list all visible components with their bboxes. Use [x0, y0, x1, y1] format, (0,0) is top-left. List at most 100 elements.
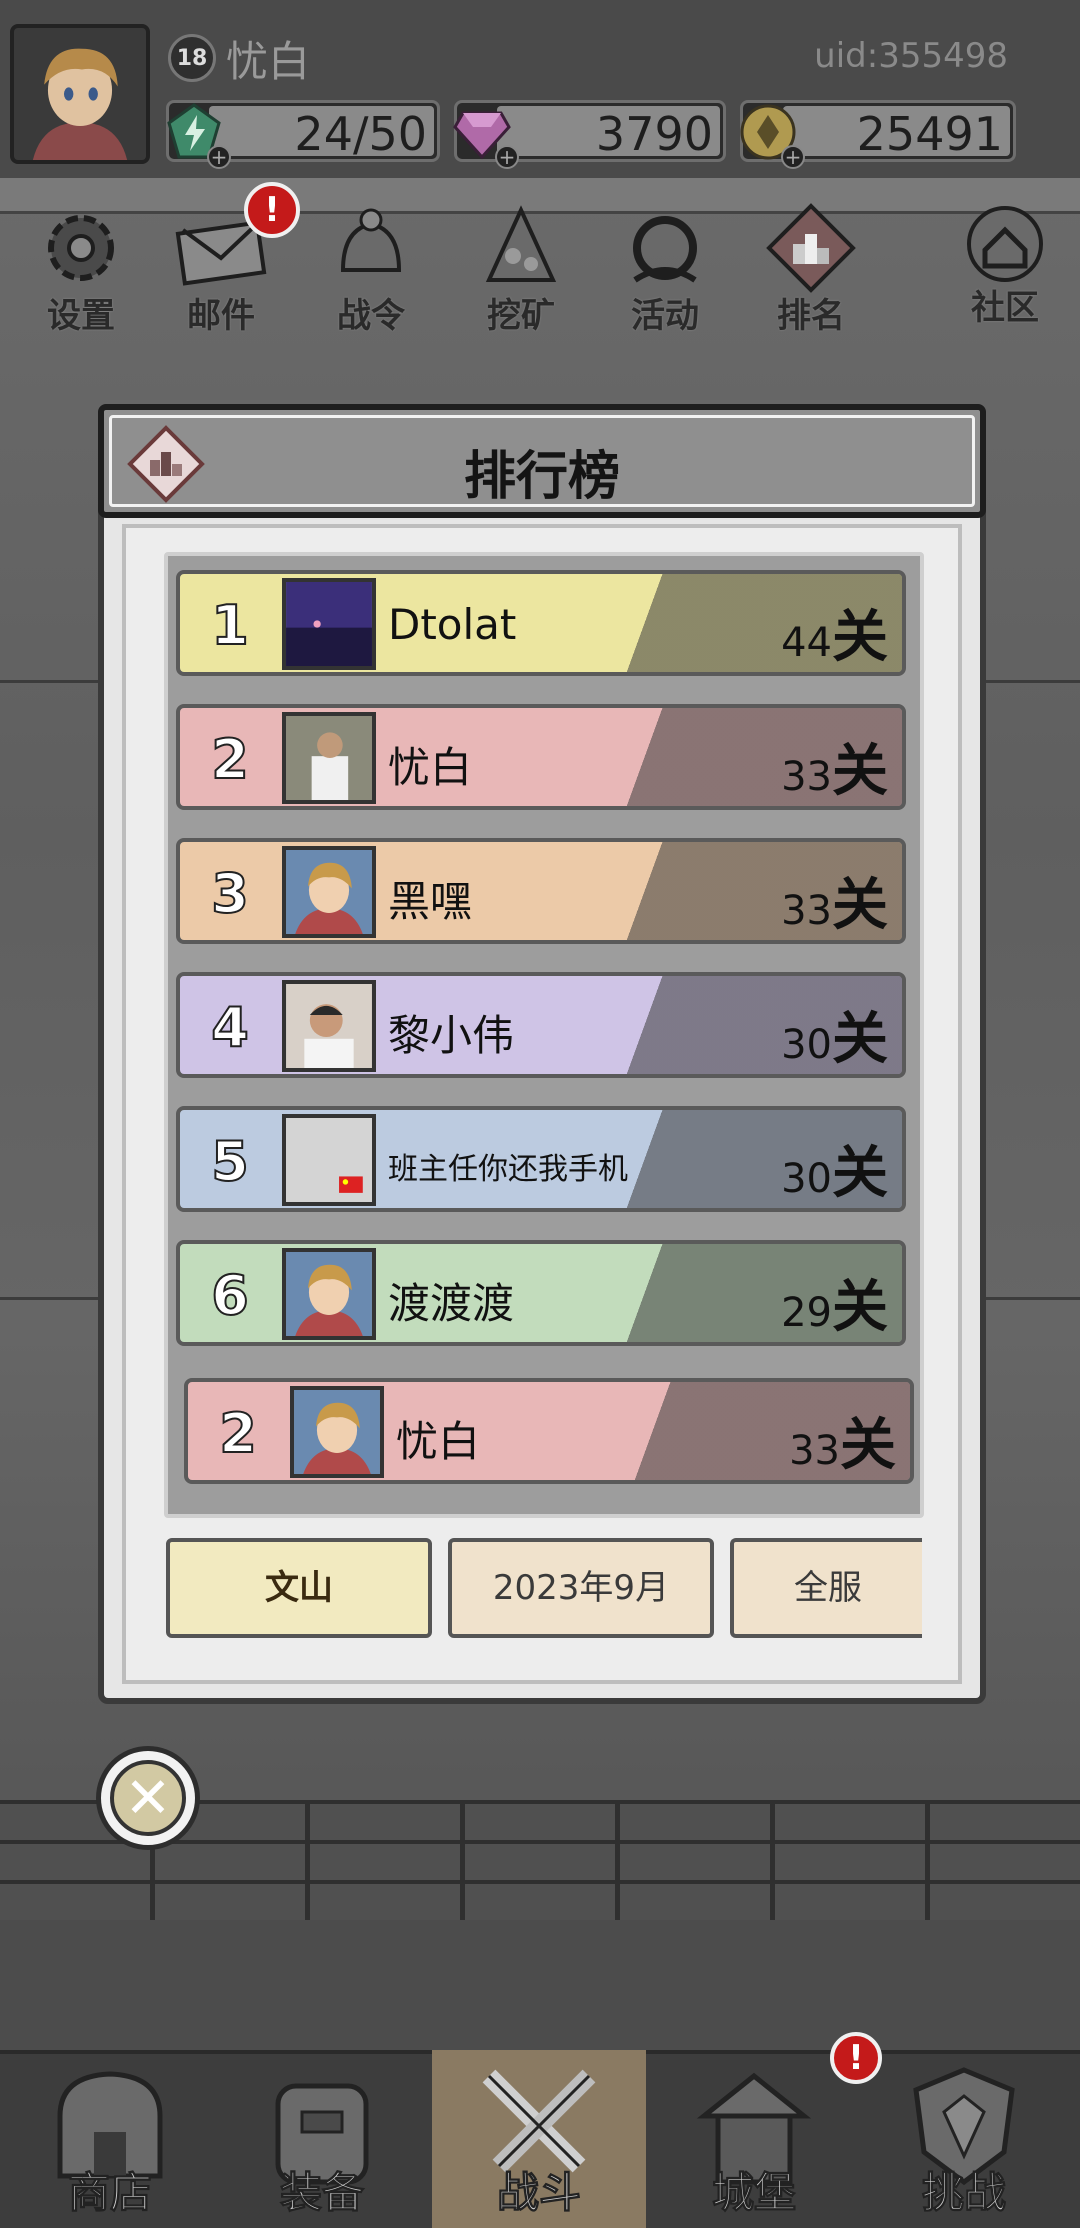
player-avatar-thumb: [282, 846, 376, 938]
stage-score: 33关: [781, 860, 888, 940]
photo-avatar-image: [286, 716, 372, 800]
photo-avatar-image: [286, 984, 372, 1068]
player-name: 班主任你还我手机: [388, 1152, 628, 1187]
gold-counter[interactable]: + 25491: [740, 100, 1016, 169]
player-name: Dtolat: [388, 600, 517, 649]
stage-unit: 关: [832, 1141, 888, 1206]
close-button[interactable]: ✕: [96, 1746, 200, 1850]
player-avatar-thumb: [282, 1248, 376, 1340]
nav-battle-label: 战斗: [496, 2168, 581, 2218]
rank-number: 6: [210, 1263, 250, 1328]
mail-button[interactable]: 邮件 !: [166, 182, 300, 340]
settings-button[interactable]: 设置: [26, 200, 136, 340]
leaderboard-row[interactable]: 2 忧白 33关: [176, 704, 906, 810]
rank-number: 3: [210, 861, 250, 926]
add-gold-icon[interactable]: +: [781, 145, 805, 169]
player-name: 黑嘿: [388, 877, 473, 926]
stage-unit: 关: [840, 1413, 896, 1478]
player-avatar-thumb: [282, 1114, 376, 1206]
player-avatar-thumb: [282, 578, 376, 670]
hero-avatar-image: [286, 850, 372, 934]
stage-score: 30关: [781, 994, 888, 1074]
mail-label: 邮件: [187, 296, 255, 336]
leaderboard-title-bar: 排行榜: [98, 404, 986, 518]
gold-value: 25491: [856, 107, 1003, 161]
tab-all-servers[interactable]: 全服: [730, 1538, 922, 1638]
leaderboard-row[interactable]: 3 黑嘿 33关: [176, 838, 906, 944]
mail-alert-badge: !: [244, 182, 300, 238]
community-button[interactable]: 社区: [950, 200, 1060, 340]
settings-label: 设置: [47, 296, 115, 336]
player-avatar-thumb: [290, 1386, 384, 1478]
energy-value: 24/50: [294, 107, 427, 161]
ranking-button[interactable]: 排名: [756, 200, 866, 340]
player-name: 黎小伟: [388, 1011, 515, 1060]
sunset-avatar-image: [286, 582, 372, 666]
nav-battle[interactable]: 战斗: [432, 2050, 646, 2228]
stage-unit: 关: [832, 873, 888, 938]
hero-portrait: [14, 28, 146, 160]
mining-icon: [485, 205, 557, 282]
stage-score: 30关: [781, 1128, 888, 1208]
stage-score: 29关: [781, 1262, 888, 1342]
hero-avatar-image: [294, 1390, 380, 1474]
player-name: 渡渡渡: [388, 1279, 515, 1328]
tab-month[interactable]: 2023年9月: [448, 1538, 714, 1638]
nav-shop-label: 商店: [67, 2168, 152, 2218]
stage-score: 33关: [789, 1400, 896, 1480]
stage-unit: 关: [832, 739, 888, 804]
player-name: 忧白: [396, 1417, 481, 1466]
hero-avatar-image: [286, 1252, 372, 1336]
score-value: 44: [781, 620, 832, 666]
rank-number: 1: [210, 593, 250, 658]
stage-unit: 关: [832, 1275, 888, 1340]
nav-castle[interactable]: 城堡 !: [654, 2032, 882, 2228]
level-badge: 18: [168, 34, 216, 82]
nav-equipment-label: 装备: [279, 2168, 364, 2218]
score-value: 33: [781, 754, 832, 800]
nav-equipment[interactable]: 装备: [222, 2050, 422, 2228]
leaderboard-row[interactable]: 5 班主任你还我手机 30关: [176, 1106, 906, 1212]
ranking-label: 排名: [777, 296, 845, 336]
nav-shop[interactable]: 商店: [10, 2050, 210, 2228]
mining-label: 挖矿: [487, 296, 555, 336]
diamond-counter[interactable]: + 3790: [453, 100, 726, 169]
stage-unit: 关: [832, 605, 888, 670]
community-label: 社区: [971, 288, 1039, 328]
ground: [0, 1920, 1080, 2050]
rank-number: 2: [218, 1401, 258, 1466]
rank-number: 5: [210, 1129, 250, 1194]
score-value: 33: [789, 1428, 840, 1474]
leaderboard-row[interactable]: 6 渡渡渡 29关: [176, 1240, 906, 1346]
leaderboard-row[interactable]: 4 黎小伟 30关: [176, 972, 906, 1078]
add-energy-icon[interactable]: +: [207, 145, 231, 169]
leaderboard-title: 排行榜: [463, 447, 620, 507]
battle-pass-label: 战令: [337, 296, 405, 336]
self-rank-row[interactable]: 2 忧白 33关: [184, 1378, 914, 1484]
player-name: 忧白: [388, 743, 473, 792]
tab-region[interactable]: 文山: [166, 1538, 432, 1638]
mining-button[interactable]: 挖矿: [466, 200, 576, 340]
player-avatar[interactable]: [10, 24, 150, 164]
score-value: 29: [781, 1290, 832, 1336]
add-diamond-icon[interactable]: +: [495, 145, 519, 169]
nav-challenge-label: 挑战: [921, 2168, 1006, 2218]
gear-icon: [48, 215, 114, 281]
score-value: 33: [781, 888, 832, 934]
close-icon: ✕: [110, 1760, 186, 1836]
score-value: 30: [781, 1022, 832, 1068]
rank-number: 2: [210, 727, 250, 792]
diamond-value: 3790: [595, 107, 713, 161]
user-id: uid:355498: [814, 36, 1008, 76]
stage-score: 44关: [781, 592, 888, 672]
nav-castle-label: 城堡: [711, 2168, 796, 2218]
rank-number: 4: [210, 995, 250, 1060]
leaderboard-row[interactable]: 1 Dtolat 44关: [176, 570, 906, 676]
score-value: 30: [781, 1156, 832, 1202]
blank-avatar-image: [286, 1118, 372, 1202]
event-button[interactable]: 活动: [610, 200, 720, 340]
energy-counter[interactable]: + 24/50: [166, 100, 440, 169]
battle-pass-button[interactable]: 战令: [316, 200, 426, 340]
nav-challenge[interactable]: 挑战: [864, 2050, 1064, 2228]
battle-pass-icon: [340, 208, 402, 272]
